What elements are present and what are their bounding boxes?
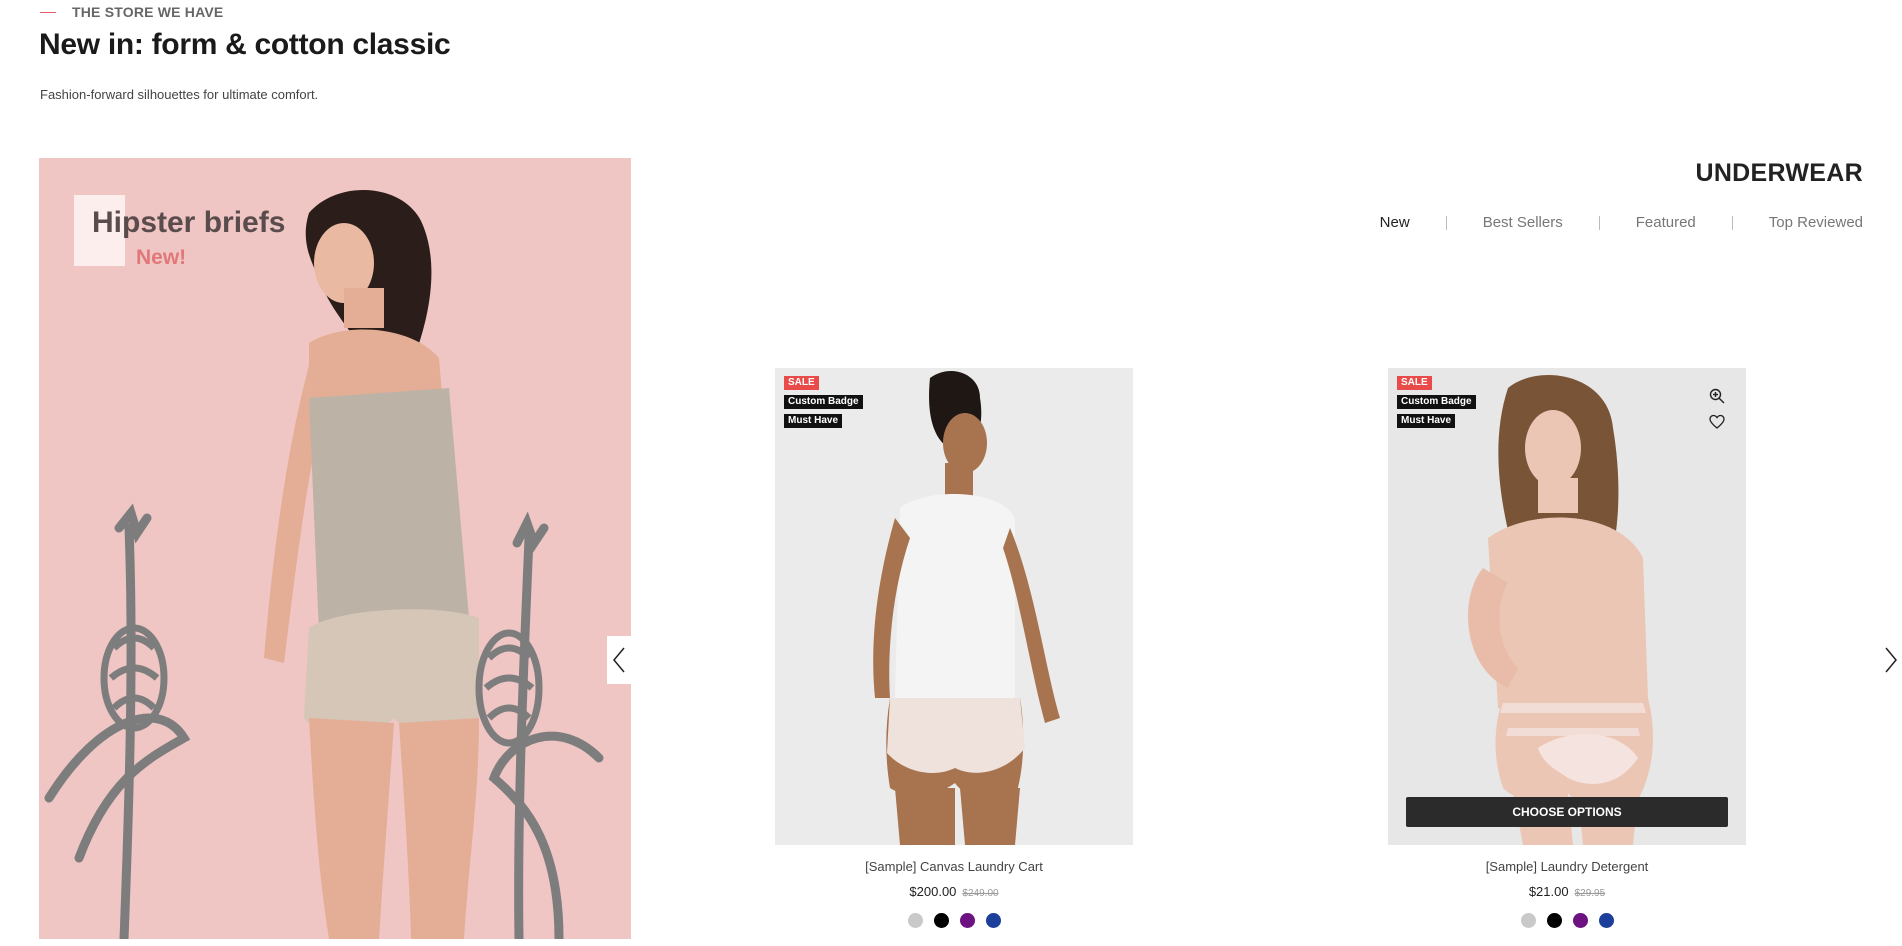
banner-title: Hipster briefs (92, 206, 286, 239)
tab-new[interactable]: New (1380, 214, 1410, 231)
tab-divider (1598, 215, 1600, 230)
product-photo (775, 368, 1133, 845)
eyebrow-dash (40, 11, 56, 13)
color-swatches (1388, 913, 1746, 928)
swatch-gray[interactable] (1520, 913, 1536, 928)
carousel-prev-button[interactable] (607, 636, 631, 684)
product-tabs: New Best Sellers Featured Top Reviewed (1380, 214, 1863, 231)
product-image[interactable]: SALE Custom Badge Must Have CHOOSE OPTIO… (1388, 368, 1746, 845)
swatch-purple[interactable] (1572, 913, 1588, 928)
swatch-blue[interactable] (985, 913, 1001, 928)
banner-image (44, 190, 604, 939)
product-name[interactable]: [Sample] Canvas Laundry Cart (775, 859, 1133, 874)
section-eyebrow: THE STORE WE HAVE (40, 4, 223, 20)
promo-banner[interactable]: Hipster briefs New! (39, 158, 631, 939)
page-title: New in: form & cotton classic (39, 28, 451, 61)
product-card[interactable]: SALE Custom Badge Must Have CHOOSE OPTIO… (1388, 368, 1746, 928)
must-have-badge: Must Have (1397, 414, 1456, 428)
eyebrow-text: THE STORE WE HAVE (72, 4, 224, 20)
swatch-black[interactable] (933, 913, 949, 928)
product-name[interactable]: [Sample] Laundry Detergent (1388, 859, 1746, 874)
product-price: $21.00 $29.95 (1388, 884, 1746, 899)
custom-badge: Custom Badge (784, 395, 863, 409)
tab-top-reviewed[interactable]: Top Reviewed (1769, 214, 1863, 231)
old-price: $249.00 (962, 888, 999, 899)
tab-divider (1731, 215, 1733, 230)
page-subtitle: Fashion-forward silhouettes for ultimate… (40, 87, 319, 102)
product-photo (1388, 368, 1746, 845)
chevron-left-icon (613, 647, 625, 673)
choose-options-button[interactable]: CHOOSE OPTIONS (1406, 797, 1728, 827)
quick-actions (1709, 388, 1725, 430)
must-have-badge: Must Have (784, 414, 843, 428)
swatch-purple[interactable] (959, 913, 975, 928)
banner-new-label: New! (136, 246, 187, 269)
section-title: UNDERWEAR (1695, 159, 1863, 187)
product-image[interactable]: SALE Custom Badge Must Have (775, 368, 1133, 845)
old-price: $29.95 (1574, 888, 1606, 899)
product-card[interactable]: SALE Custom Badge Must Have [Sample] Can… (775, 368, 1133, 928)
badge-list: SALE Custom Badge Must Have (1397, 376, 1476, 428)
current-price: $200.00 (909, 884, 957, 899)
tab-featured[interactable]: Featured (1636, 214, 1696, 231)
current-price: $21.00 (1528, 884, 1569, 899)
zoom-in-icon[interactable] (1709, 388, 1725, 404)
color-swatches (775, 913, 1133, 928)
product-price: $200.00 $249.00 (775, 884, 1133, 899)
badge-list: SALE Custom Badge Must Have (784, 376, 863, 428)
swatch-black[interactable] (1546, 913, 1562, 928)
chevron-right-icon (1885, 647, 1897, 673)
sale-badge: SALE (1397, 376, 1432, 390)
heart-icon[interactable] (1709, 414, 1725, 430)
swatch-blue[interactable] (1598, 913, 1614, 928)
tab-best-sellers[interactable]: Best Sellers (1483, 214, 1563, 231)
sale-badge: SALE (784, 376, 819, 390)
swatch-gray[interactable] (907, 913, 923, 928)
custom-badge: Custom Badge (1397, 395, 1476, 409)
carousel-next-button[interactable] (1880, 636, 1902, 684)
tab-divider (1445, 215, 1447, 230)
